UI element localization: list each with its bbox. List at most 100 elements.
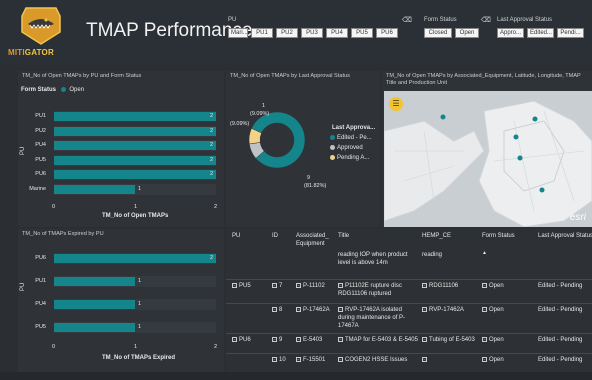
slicer-option[interactable]: Open	[455, 28, 479, 38]
bar[interactable]	[54, 300, 135, 309]
expand-icon[interactable]: −	[422, 282, 427, 288]
esri-watermark: esri	[569, 212, 586, 223]
table-cell-equip: − P-17462A	[296, 306, 336, 314]
slicer-option[interactable]: Appro...	[497, 28, 524, 38]
expand-icon[interactable]: −	[296, 356, 301, 362]
expand-icon[interactable]: −	[338, 356, 343, 362]
eraser-icon[interactable]: ⌫	[402, 16, 412, 24]
column-header[interactable]: Last Approval Status	[538, 232, 592, 240]
table-cell-status: − Open	[482, 336, 536, 344]
table-cell-approval: Edited - Pending	[538, 336, 592, 344]
bar[interactable]	[54, 277, 135, 286]
bar[interactable]	[54, 112, 216, 121]
expand-icon[interactable]: −	[422, 356, 427, 362]
table-cell-title: − P11102E rupture disc RDG11106 ruptured	[338, 282, 418, 298]
bar[interactable]	[54, 323, 135, 332]
bar-value-label: 1	[138, 324, 142, 330]
chart-title: TM_No of TMAPs Expired by PU	[22, 231, 104, 237]
table-row[interactable]: − PU6−9− E-5403− TMAP for E-5403 & E-5405− T…	[226, 333, 592, 353]
expand-icon[interactable]: −	[422, 336, 427, 342]
expand-icon[interactable]: −	[338, 306, 343, 312]
expand-icon[interactable]: −	[482, 336, 487, 342]
slice-label-pct: (9.09%)	[250, 111, 270, 117]
chart-title: TM_No of Open TMAPs by PU and Form Statu…	[22, 73, 142, 79]
table-cell-id: −10	[272, 356, 294, 364]
x-tick: 0	[52, 204, 56, 210]
bar-category-label: PU5	[35, 324, 46, 330]
map-layers-icon[interactable]: ☰	[389, 97, 403, 111]
table-row[interactable]: − PU5−7− P-11102− P11102E rupture disc RDG1…	[226, 279, 592, 303]
expand-icon[interactable]: −	[422, 306, 427, 312]
bar-value-label: 2	[210, 142, 214, 148]
x-axis-title: TM_No of Open TMAPs	[102, 213, 169, 219]
column-header[interactable]: Form Status	[482, 232, 536, 240]
expand-icon[interactable]: −	[232, 336, 237, 342]
table-cell-hemp: − RVP-17462A	[422, 306, 480, 314]
expand-icon[interactable]: −	[272, 306, 277, 312]
slicer-option[interactable]: PU3	[301, 28, 323, 38]
bar[interactable]	[54, 170, 216, 179]
expand-icon[interactable]: −	[296, 336, 301, 342]
last-approval-slicer-label: Last Approval Status	[497, 17, 553, 23]
legend-title: Last Approva...	[332, 125, 376, 131]
slice-label: 1	[262, 103, 266, 109]
slicer-option[interactable]: PU5	[351, 28, 373, 38]
bar[interactable]	[54, 155, 216, 165]
bar-value-label: 1	[138, 301, 142, 307]
column-header[interactable]: PU	[232, 232, 270, 240]
cell-text: reading	[422, 252, 443, 258]
form-status-slicer-label: Form Status	[424, 17, 457, 23]
pu-slicer-label: PU	[228, 17, 237, 23]
cell-text: Edited - Pending	[538, 307, 583, 313]
bar[interactable]	[54, 141, 216, 150]
column-header[interactable]: Title	[338, 232, 418, 240]
expand-icon[interactable]: −	[296, 282, 301, 288]
table-row[interactable]: −8− P-17462A − RVP-17462A isolated during m…	[226, 303, 592, 333]
slicer-option[interactable]: PU6	[376, 28, 398, 38]
slicer-option[interactable]: Edited...	[527, 28, 554, 38]
eraser-icon[interactable]: ⌫	[481, 16, 491, 24]
slicer-option[interactable]: PU2	[276, 28, 298, 38]
slicer-option[interactable]: Mari...	[228, 28, 248, 38]
table-cell-title: reading IOP when product level is above …	[338, 251, 418, 267]
legend-item[interactable]: Pending A...	[330, 155, 369, 161]
slicer-option[interactable]: PU4	[326, 28, 348, 38]
table-row[interactable]: reading IOP when product level is above …	[226, 249, 592, 279]
expand-icon[interactable]: −	[272, 282, 277, 288]
expand-icon[interactable]: −	[482, 356, 487, 362]
legend-item[interactable]: Edited - Pe...	[330, 135, 372, 141]
cell-text: RDG11106	[429, 283, 459, 289]
bar[interactable]	[54, 254, 216, 263]
column-header[interactable]: HEMP_CE	[422, 232, 480, 240]
cell-text: Tubing of E-5403	[429, 337, 475, 343]
column-header[interactable]: Associated_ Equipment	[296, 232, 336, 248]
x-axis-title: TM_No of TMAPs Expired	[102, 355, 176, 361]
map-canvas[interactable]: ☰ esri	[384, 91, 592, 227]
expand-icon[interactable]: −	[338, 336, 343, 342]
chart-legend: Form Status Open	[21, 87, 84, 93]
expand-icon[interactable]: −	[272, 356, 277, 362]
expand-icon[interactable]: −	[482, 306, 487, 312]
cell-text: 7	[279, 283, 283, 289]
slicer-option[interactable]: Closed	[424, 28, 452, 38]
expand-icon[interactable]: −	[482, 282, 487, 288]
column-header[interactable]: ID	[272, 232, 294, 240]
legend-item[interactable]: Approved	[330, 145, 363, 151]
expand-icon[interactable]: −	[338, 282, 343, 288]
legend-dot	[330, 145, 335, 150]
slicer-option[interactable]: PU1	[251, 28, 273, 38]
cell-text: COGEN2 HSSE Issues	[345, 357, 408, 363]
table-cell-pu: − PU5	[232, 282, 270, 290]
cell-text: Open	[489, 307, 504, 313]
expand-icon[interactable]: −	[232, 282, 237, 288]
expand-icon[interactable]: −	[296, 306, 301, 312]
bar-category-label: PU4	[35, 301, 46, 307]
cell-text: Open	[489, 357, 504, 363]
cell-text: P-11102	[303, 283, 325, 289]
cell-text: Edited - Pending	[538, 283, 583, 289]
bar[interactable]	[54, 184, 135, 194]
bar[interactable]	[54, 126, 216, 136]
slicer-option[interactable]: Pendi...	[557, 28, 584, 38]
expand-icon[interactable]: −	[272, 336, 277, 342]
table-row[interactable]: −10− F-15501− COGEN2 HSSE Issues − − Open Edit…	[226, 353, 592, 367]
